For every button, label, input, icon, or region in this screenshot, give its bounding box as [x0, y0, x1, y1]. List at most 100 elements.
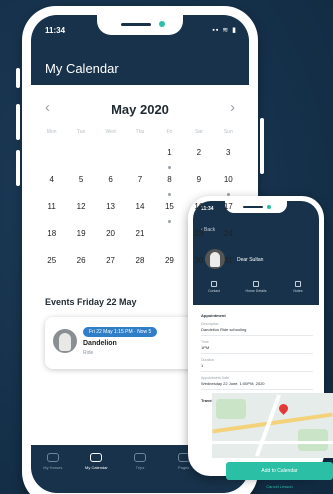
horse-name: Dear Sultan: [237, 257, 264, 263]
map-road: [212, 441, 333, 444]
map-park: [298, 429, 328, 451]
weekday-label: Thu: [135, 129, 145, 135]
phone-volume-up: [16, 104, 20, 140]
field-label: Time: [201, 340, 209, 344]
calendar-day[interactable]: 13: [96, 197, 125, 224]
calendar-day[interactable]: 7: [125, 170, 154, 197]
weekday-label: Mon: [46, 129, 57, 135]
contact-action[interactable]: Contact: [193, 281, 235, 293]
day-number: 21: [135, 229, 145, 238]
date-field[interactable]: Wednesday 22 June, 1:00PM, 2020: [201, 381, 313, 390]
calendar-day[interactable]: 26: [66, 251, 95, 278]
day-number: 17: [223, 202, 233, 211]
calendar-empty-cell: [37, 143, 66, 170]
time-field[interactable]: 1PM: [201, 345, 313, 354]
tab-my-calendar[interactable]: My Calendar: [75, 445, 119, 493]
trailer-icon: [133, 453, 146, 462]
calendar-day[interactable]: 9: [184, 170, 213, 197]
calendar-day[interactable]: 5: [66, 170, 95, 197]
add-to-calendar-button[interactable]: Add to Calendar: [226, 462, 333, 480]
field-label: Description: [201, 322, 219, 326]
day-number: 26: [76, 256, 86, 265]
tab-my-horses[interactable]: My Horses: [31, 445, 75, 493]
day-number: 19: [76, 229, 86, 238]
front-camera: [159, 21, 165, 27]
day-number: 14: [135, 202, 145, 211]
calendar-day[interactable]: 10: [214, 170, 243, 197]
calendar-day[interactable]: 18: [37, 224, 66, 251]
calendar-day[interactable]: 22: [155, 224, 184, 251]
page-title: My Calendar: [45, 61, 119, 76]
front-camera: [267, 205, 271, 209]
calendar-day[interactable]: 29: [155, 251, 184, 278]
horse-icon: [46, 453, 59, 462]
cancel-link[interactable]: Cancel Lesson: [226, 484, 333, 489]
app-header: 11:34 ▪▪ ≋ ▮ My Calendar: [31, 15, 249, 85]
calendar-icon: [90, 453, 103, 462]
next-month-icon[interactable]: ›: [230, 99, 235, 116]
phone-mute-switch: [16, 68, 20, 88]
calendar-day[interactable]: 8: [155, 170, 184, 197]
day-number: 4: [49, 175, 54, 184]
day-number: 24: [223, 229, 233, 238]
event-time-pill: Fri 22 May 1:15 PM · Now 5: [83, 327, 158, 337]
calendar-day[interactable]: 28: [125, 251, 154, 278]
calendar-day[interactable]: 20: [96, 224, 125, 251]
horse-avatar: [205, 249, 225, 269]
day-number: 27: [106, 256, 116, 265]
day-number: 8: [167, 175, 172, 184]
description-field[interactable]: Dandelion Ride schooling: [201, 327, 313, 336]
map-park: [216, 399, 246, 419]
day-number: 9: [196, 175, 202, 184]
calendar-day[interactable]: 12: [66, 197, 95, 224]
day-number: 7: [137, 175, 143, 184]
calendar-day[interactable]: 21: [125, 224, 154, 251]
day-number: 12: [76, 202, 86, 211]
details-icon: [253, 281, 259, 287]
calendar-day[interactable]: 11: [37, 197, 66, 224]
notes-action[interactable]: Notes: [277, 281, 319, 293]
calendar-day[interactable]: 14: [125, 197, 154, 224]
calendar-day[interactable]: 1: [155, 143, 184, 170]
horse-profile-header: 11:34 ‹ Back Dear Sultan Contact Horse D…: [193, 201, 319, 305]
calendar-day[interactable]: 4: [37, 170, 66, 197]
day-number: 15: [164, 202, 174, 211]
horse-details-action[interactable]: Horse Details: [235, 281, 277, 293]
calendar-empty-cell: [96, 143, 125, 170]
calendar-day[interactable]: 6: [96, 170, 125, 197]
phone-notch: [97, 15, 183, 35]
contact-icon: [211, 281, 217, 287]
calendar-day[interactable]: 27: [96, 251, 125, 278]
tab-label: My Calendar: [85, 465, 108, 470]
day-number: 23: [194, 229, 204, 238]
day-number: 18: [47, 229, 57, 238]
day-number: 6: [108, 175, 113, 184]
weekday-label: Fri: [166, 129, 173, 135]
field-label: Appointment Date: [201, 376, 230, 380]
day-number: 28: [135, 256, 145, 265]
speaker-grille: [121, 23, 151, 26]
calendar-day[interactable]: 3: [214, 143, 243, 170]
day-number: 20: [106, 229, 116, 238]
back-button[interactable]: ‹ Back: [201, 227, 215, 233]
map-pin-icon: [277, 402, 290, 415]
calendar-day[interactable]: 25: [37, 251, 66, 278]
duration-field[interactable]: 1: [201, 363, 313, 372]
calendar-empty-cell: [66, 143, 95, 170]
day-number: 5: [78, 175, 84, 184]
location-map[interactable]: [212, 393, 333, 458]
day-number: 22: [164, 229, 174, 238]
tab-trips[interactable]: Trips: [118, 445, 162, 493]
day-number: 3: [226, 148, 231, 157]
month-label: May 2020: [111, 102, 169, 117]
events-heading: Events Friday 22 May: [45, 297, 137, 307]
phone-volume-down: [16, 150, 20, 186]
calendar-empty-cell: [125, 143, 154, 170]
calendar-day[interactable]: 15: [155, 197, 184, 224]
action-label: Contact: [207, 289, 221, 293]
day-number: 2: [196, 148, 202, 157]
status-icons: ▪▪ ≋ ▮: [212, 27, 237, 34]
tab-label: My Horses: [43, 465, 63, 470]
calendar-day[interactable]: 2: [184, 143, 213, 170]
calendar-day[interactable]: 19: [66, 224, 95, 251]
